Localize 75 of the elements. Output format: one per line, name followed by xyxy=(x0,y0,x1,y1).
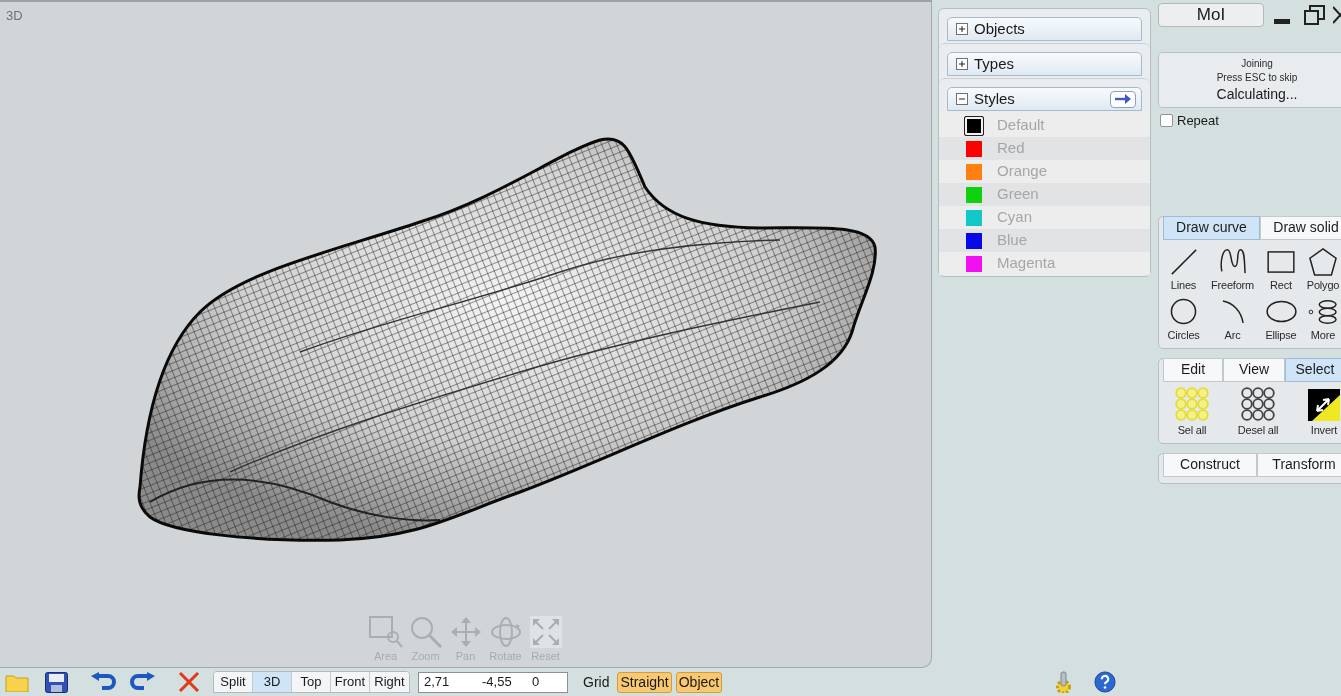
viewport-layout-tab[interactable]: Split xyxy=(214,672,253,692)
help-icon[interactable] xyxy=(1093,671,1117,693)
delete-icon[interactable] xyxy=(178,672,200,692)
snap-toggle-button[interactable]: Object xyxy=(675,671,723,693)
section-label: Types xyxy=(974,53,1015,74)
area-zoom-icon xyxy=(368,616,403,648)
restore-icon[interactable] xyxy=(1304,5,1325,25)
tool-button[interactable]: More xyxy=(1305,297,1341,342)
progress-message: Joining xyxy=(1241,57,1273,71)
line-icon xyxy=(1169,247,1198,276)
style-label: Cyan xyxy=(997,207,1033,228)
panel-tab[interactable]: Draw solid xyxy=(1260,215,1341,240)
invert-selection-icon xyxy=(1308,388,1340,421)
tool-button[interactable]: Rect xyxy=(1257,247,1305,292)
style-label: Green xyxy=(997,184,1039,205)
viewport-label: 3D xyxy=(6,7,23,25)
expand-arrows-icon xyxy=(529,616,562,648)
circles-grid-icon xyxy=(1241,386,1275,421)
tool-button[interactable]: Arc xyxy=(1208,297,1257,342)
app-menu-button[interactable]: MoI xyxy=(1158,3,1264,27)
progress-message: Press ESC to skip xyxy=(1216,71,1298,85)
section-header[interactable]: Styles xyxy=(947,87,1142,111)
save-icon[interactable] xyxy=(45,671,68,693)
tool-button[interactable]: Invert xyxy=(1291,388,1341,437)
rectangle-icon xyxy=(1267,250,1295,273)
snap-toggle-button[interactable]: Straight xyxy=(617,671,672,693)
section-label: Styles xyxy=(974,88,1015,109)
panel-tab[interactable]: Draw curve xyxy=(1163,215,1260,240)
tool-button[interactable]: Desel all xyxy=(1225,388,1291,437)
tool-button[interactable]: Circles xyxy=(1159,297,1208,342)
progress-status: Calculating... xyxy=(1216,85,1298,103)
circles-grid-icon xyxy=(1175,386,1209,421)
tool-button[interactable]: Freeform xyxy=(1208,247,1257,292)
coordinate-value: 0 xyxy=(532,673,540,692)
section-header[interactable]: Objects xyxy=(947,17,1142,41)
tool-button[interactable]: Polygo xyxy=(1305,247,1341,292)
tool-button[interactable]: Sel all xyxy=(1159,388,1225,437)
search-icon xyxy=(409,616,442,648)
expand-icon[interactable] xyxy=(956,23,968,35)
arrow-right-icon xyxy=(1115,94,1131,104)
pentagon-icon xyxy=(1309,247,1337,276)
style-label: Orange xyxy=(997,161,1048,182)
style-label: Magenta xyxy=(997,253,1056,274)
arc-icon xyxy=(1221,299,1244,324)
collapse-icon[interactable] xyxy=(956,93,968,105)
expand-icon[interactable] xyxy=(956,58,968,70)
repeat-checkbox[interactable] xyxy=(1160,114,1173,128)
style-label: Default xyxy=(997,115,1045,136)
grid-label: Grid xyxy=(583,672,610,692)
viewport-layout-tab[interactable]: 3D xyxy=(253,672,292,692)
section-label: Objects xyxy=(974,18,1025,39)
section-header[interactable]: Types xyxy=(947,52,1142,76)
undo-icon[interactable] xyxy=(90,672,116,692)
ellipse-icon xyxy=(1265,300,1297,323)
panel-tab[interactable]: Select xyxy=(1285,357,1341,382)
shapes-icon xyxy=(1308,298,1338,325)
tool-button[interactable]: Ellipse xyxy=(1257,297,1305,342)
orbit-icon xyxy=(489,616,522,648)
redo-icon[interactable] xyxy=(130,672,156,692)
move-arrows-icon xyxy=(449,616,482,648)
circle-icon xyxy=(1170,298,1197,325)
panel-tab[interactable]: Edit xyxy=(1163,357,1223,382)
close-icon[interactable] xyxy=(1333,6,1341,24)
coordinates-field[interactable]: 2,71 -4,55 0 xyxy=(418,671,568,693)
repeat-label: Repeat xyxy=(1177,112,1219,130)
arrow-button[interactable] xyxy=(1110,90,1136,108)
style-label: Blue xyxy=(997,230,1028,251)
panel-tab[interactable]: Transform xyxy=(1257,452,1341,477)
coordinate-value: -4,55 xyxy=(482,673,513,692)
coordinate-value: 2,71 xyxy=(424,673,451,692)
panel-tab[interactable]: View xyxy=(1223,357,1285,382)
panel-tab[interactable]: Construct xyxy=(1163,452,1257,477)
minimize-icon[interactable] xyxy=(1274,18,1290,24)
tool-button[interactable]: Lines xyxy=(1159,247,1208,292)
style-label: Red xyxy=(997,138,1025,159)
